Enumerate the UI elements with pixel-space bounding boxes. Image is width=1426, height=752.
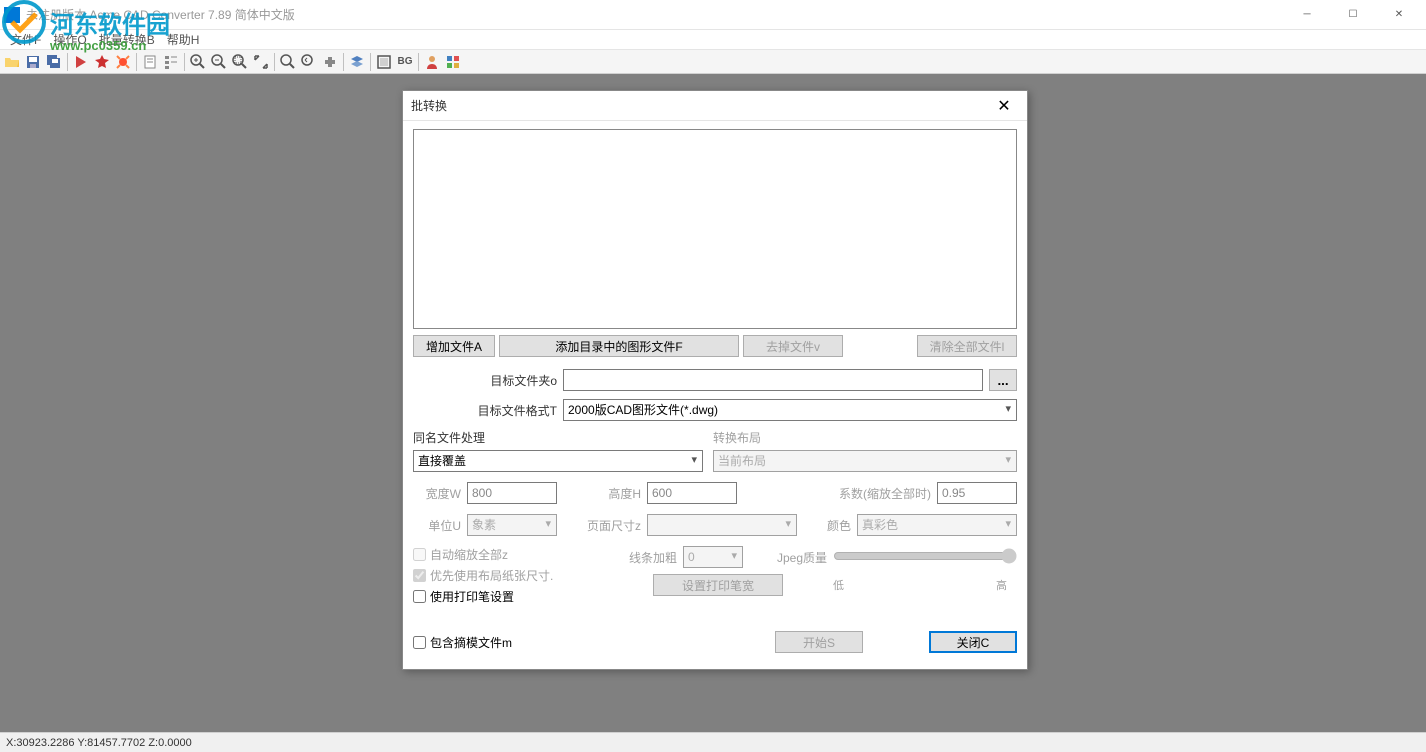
- fullscreen-icon[interactable]: [374, 52, 394, 72]
- set-pen-button: 设置打印笔宽: [653, 574, 783, 596]
- menu-help[interactable]: 帮助H: [161, 31, 206, 48]
- height-input: [647, 482, 737, 504]
- layers-icon[interactable]: [347, 52, 367, 72]
- audit-icon[interactable]: [71, 52, 91, 72]
- same-name-select[interactable]: 直接覆盖: [413, 450, 703, 472]
- unit-label: 单位U: [413, 517, 467, 534]
- use-layout-paper-label: 优先使用布局纸张尺寸.: [430, 567, 553, 584]
- file-list[interactable]: [413, 129, 1017, 329]
- zoom-out-icon[interactable]: [209, 52, 229, 72]
- width-input: [467, 482, 557, 504]
- auto-zoom-checkbox: [413, 548, 426, 561]
- settings-icon[interactable]: [443, 52, 463, 72]
- explode-icon[interactable]: [113, 52, 133, 72]
- purge-icon[interactable]: [92, 52, 112, 72]
- low-label: 低: [833, 577, 844, 593]
- use-print-pen-label: 使用打印笔设置: [430, 588, 514, 605]
- page-size-select: [647, 514, 797, 536]
- same-name-label: 同名文件处理: [413, 429, 713, 446]
- statusbar-coords: X:30923.2286 Y:81457.7702 Z:0.0000: [6, 737, 192, 749]
- statusbar: X:30923.2286 Y:81457.7702 Z:0.0000: [0, 732, 1426, 752]
- menu-file[interactable]: 文件F: [4, 31, 47, 48]
- browse-button[interactable]: ...: [989, 369, 1017, 391]
- use-layout-paper-checkbox: [413, 569, 426, 582]
- convert-layout-label: 转换布局: [713, 429, 761, 446]
- width-label: 宽度W: [413, 485, 467, 502]
- height-label: 高度H: [557, 485, 647, 502]
- zoom-extents-icon[interactable]: [251, 52, 271, 72]
- target-format-select[interactable]: 2000版CAD图形文件(*.dwg): [563, 399, 1017, 421]
- minimize-button[interactable]: ─: [1284, 0, 1330, 30]
- high-label: 高: [996, 577, 1007, 593]
- include-mask-label: 包含摘模文件m: [430, 634, 512, 651]
- pan-icon[interactable]: [320, 52, 340, 72]
- unit-select: 象素: [467, 514, 557, 536]
- add-file-button[interactable]: 增加文件A: [413, 335, 495, 357]
- zoom-factor-input: [937, 482, 1017, 504]
- menubar: 文件F 操作O 批量转换B 帮助H: [0, 30, 1426, 50]
- jpeg-quality-slider: [833, 548, 1017, 564]
- remove-file-button[interactable]: 去掉文件v: [743, 335, 843, 357]
- color-select: 真彩色: [857, 514, 1017, 536]
- maximize-button[interactable]: ☐: [1330, 0, 1376, 30]
- use-print-pen-checkbox[interactable]: [413, 590, 426, 603]
- zoom-in-icon[interactable]: [188, 52, 208, 72]
- batch-convert-dialog: 批转换 ✕ 增加文件A 添加目录中的图形文件F 去掉文件v 清除全部文件l 目标…: [402, 90, 1028, 670]
- bg-icon[interactable]: BG: [395, 52, 415, 72]
- close-button[interactable]: ✕: [1376, 0, 1422, 30]
- page-size-label: 页面尺寸z: [557, 517, 647, 534]
- zoom-window-icon[interactable]: [230, 52, 250, 72]
- dialog-title: 批转换: [411, 97, 989, 114]
- menu-operate[interactable]: 操作O: [47, 31, 92, 48]
- clear-all-button[interactable]: 清除全部文件l: [917, 335, 1017, 357]
- jpeg-quality-label: Jpeg质量: [743, 549, 833, 566]
- app-icon: [4, 7, 20, 23]
- menu-batch[interactable]: 批量转换B: [93, 31, 161, 48]
- start-button[interactable]: 开始S: [775, 631, 863, 653]
- target-folder-label: 目标文件夹o: [413, 372, 563, 389]
- user-icon[interactable]: [422, 52, 442, 72]
- open-icon[interactable]: [2, 52, 22, 72]
- target-folder-input[interactable]: [563, 369, 983, 391]
- zoom-all-icon[interactable]: [278, 52, 298, 72]
- dialog-close-button[interactable]: ✕: [989, 91, 1019, 121]
- tree-icon[interactable]: [161, 52, 181, 72]
- convert-layout-select: 当前布局: [713, 450, 1017, 472]
- zoom-prev-icon[interactable]: [299, 52, 319, 72]
- include-mask-checkbox[interactable]: [413, 636, 426, 649]
- auto-zoom-label: 自动缩放全部z: [430, 546, 508, 563]
- notes-icon[interactable]: [140, 52, 160, 72]
- toolbar: BG: [0, 50, 1426, 74]
- save-icon[interactable]: [23, 52, 43, 72]
- zoom-factor-label: 系数(缩放全部时): [737, 485, 937, 502]
- titlebar-text: 未注册版本 Acme CAD Converter 7.89 简体中文版: [26, 6, 1284, 23]
- line-weight-select: 0: [683, 546, 743, 568]
- save-all-icon[interactable]: [44, 52, 64, 72]
- close-dialog-button[interactable]: 关闭C: [929, 631, 1017, 653]
- line-weight-label: 线条加粗: [613, 549, 683, 566]
- titlebar: 未注册版本 Acme CAD Converter 7.89 简体中文版 ─ ☐ …: [0, 0, 1426, 30]
- dialog-titlebar: 批转换 ✕: [403, 91, 1027, 121]
- color-label: 颜色: [797, 517, 857, 534]
- add-folder-button[interactable]: 添加目录中的图形文件F: [499, 335, 739, 357]
- target-format-label: 目标文件格式T: [413, 402, 563, 419]
